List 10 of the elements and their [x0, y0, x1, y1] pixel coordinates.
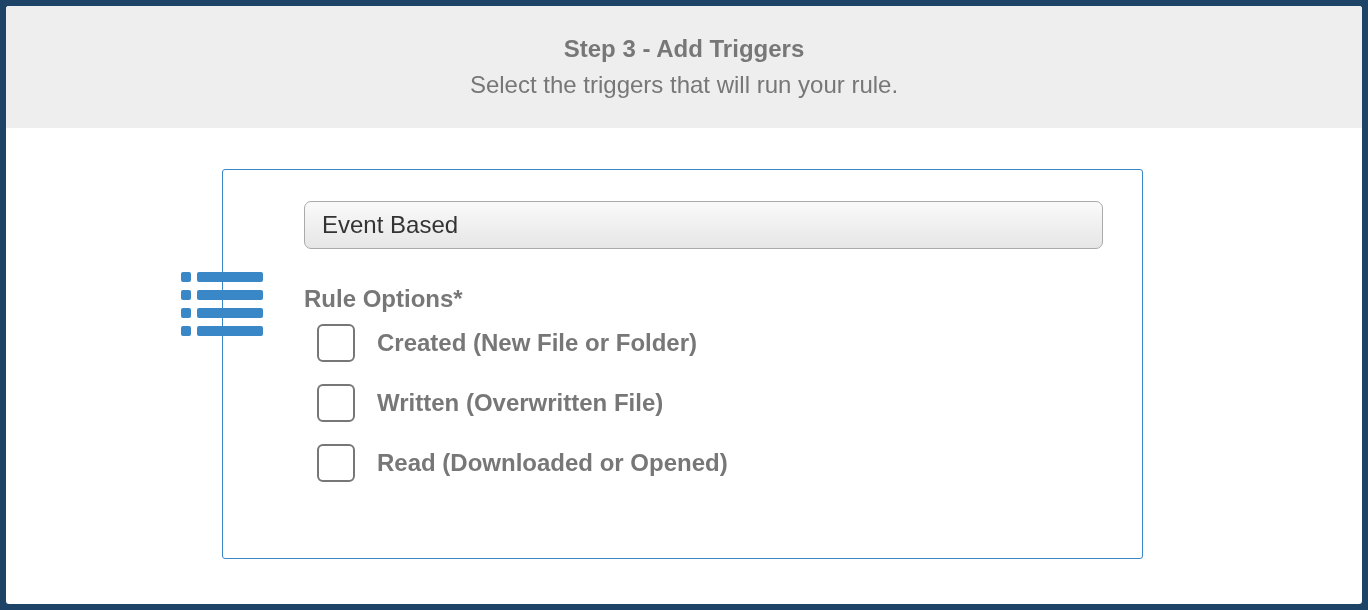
step-subtitle: Select the triggers that will run your rule.	[469, 71, 899, 99]
checkbox-label: Written (Overwritten File)	[377, 389, 664, 417]
rule-options-label: Rule Options*	[304, 285, 464, 313]
checkbox[interactable]	[317, 384, 355, 422]
trigger-type-dropdown[interactable]: Event Based	[304, 201, 1103, 249]
checkbox-label: Created (New File or Folder)	[377, 329, 698, 357]
checkbox[interactable]	[317, 444, 355, 482]
checkbox-label: Read (Downloaded or Opened)	[377, 449, 728, 477]
checkbox[interactable]	[317, 324, 355, 362]
step-title: Step 3 - Add Triggers	[563, 35, 805, 63]
